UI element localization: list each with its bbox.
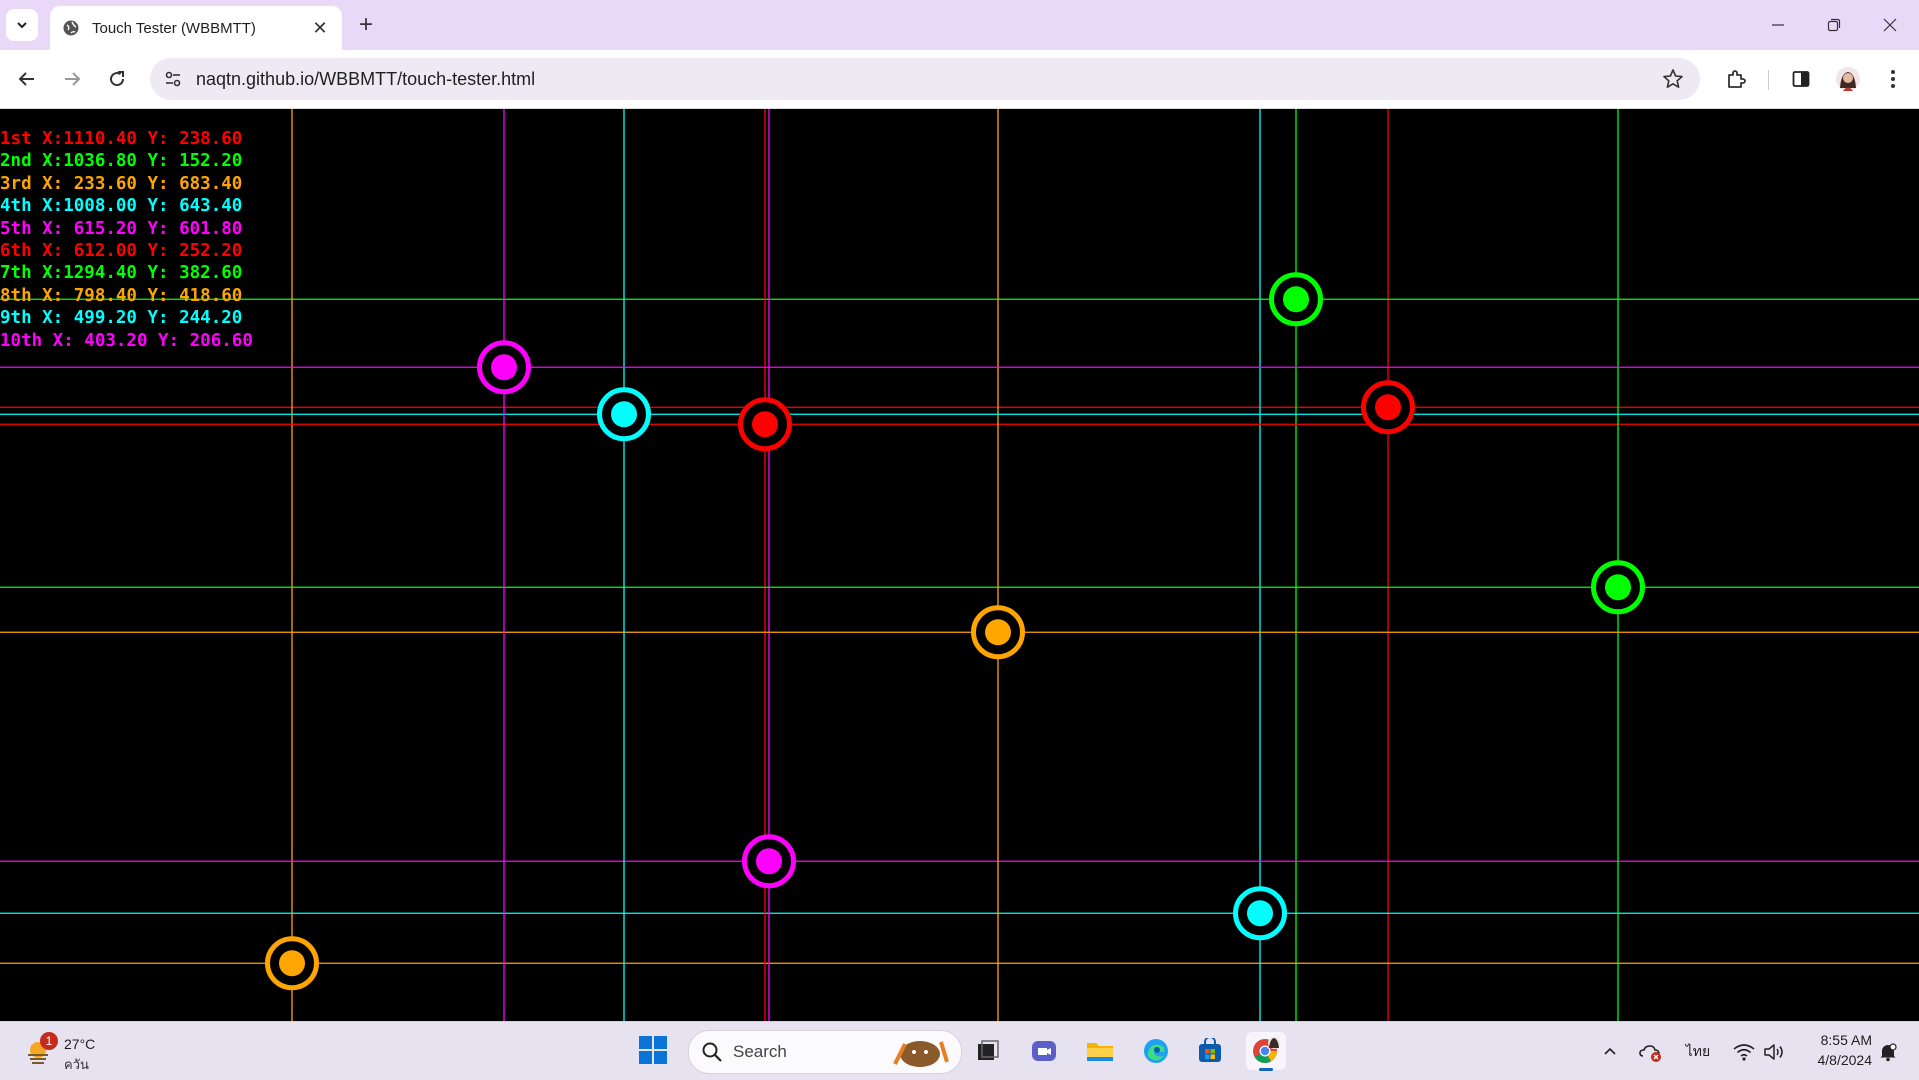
more-icon[interactable] — [1877, 63, 1909, 95]
url-text[interactable]: naqtn.github.io/WBBMTT/touch-tester.html — [196, 69, 535, 90]
touch-point-dot — [1283, 286, 1309, 313]
touch-point-dot — [279, 950, 305, 977]
touch-visualization — [0, 109, 1919, 1021]
close-icon[interactable]: ✕ — [308, 16, 332, 40]
search-placeholder: Search — [733, 1042, 787, 1061]
tab-title: Touch Tester (WBBMTT) — [92, 19, 256, 37]
windows-start-icon[interactable] — [638, 1035, 668, 1065]
notification-badge: 1 — [40, 1032, 58, 1050]
search-highlight-art — [893, 1041, 949, 1067]
file-explorer-icon[interactable] — [1080, 1032, 1120, 1070]
active-tab[interactable]: Touch Tester (WBBMTT) ✕ — [50, 6, 342, 50]
touch-coordinate-row: 4th X:1008.00 Y: 643.40 — [0, 196, 243, 217]
search-icon — [702, 1042, 722, 1062]
onedrive-error-icon[interactable] — [1636, 1038, 1666, 1066]
browser-toolbar: naqtn.github.io/WBBMTT/touch-tester.html — [0, 50, 1919, 109]
touch-point-dot — [491, 354, 517, 381]
touch-coordinate-row: 7th X:1294.40 Y: 382.60 — [0, 263, 243, 284]
touch-coordinate-list: 1st X:1110.40 Y: 238.60 2nd X:1036.80 Y: … — [0, 128, 253, 352]
chrome-taskbar-icon[interactable] — [1246, 1032, 1286, 1071]
wifi-icon[interactable] — [1730, 1038, 1758, 1066]
touch-point-dot — [985, 619, 1011, 646]
chevron-up-icon[interactable] — [1598, 1038, 1622, 1066]
window-close-icon[interactable] — [1862, 0, 1918, 50]
touch-point-dot — [1375, 394, 1401, 421]
toolbar-divider — [1768, 70, 1769, 90]
weather-temperature: 27°C — [64, 1036, 96, 1052]
back-icon[interactable] — [11, 63, 43, 95]
touch-point-dot — [611, 401, 637, 428]
touch-coordinate-row: 9th X: 499.20 Y: 244.20 — [0, 308, 243, 329]
chevron-down-icon — [17, 22, 27, 29]
touch-point-dot — [1247, 900, 1273, 927]
language-indicator[interactable]: ไทย — [1678, 1038, 1718, 1066]
touch-coordinate-row: 5th X: 615.20 Y: 601.80 — [0, 218, 243, 239]
notification-bell-icon[interactable] — [1874, 1038, 1902, 1066]
avatar[interactable] — [1832, 63, 1864, 95]
touch-coordinate-row: 3rd X: 233.60 Y: 683.40 — [0, 173, 243, 194]
edge-browser-icon[interactable] — [1136, 1032, 1176, 1070]
touch-canvas[interactable]: 1st X:1110.40 Y: 238.60 2nd X:1036.80 Y: … — [0, 109, 1919, 1021]
clock-time: 8:55 AM — [1820, 1032, 1872, 1048]
touch-coordinate-row: 1st X:1110.40 Y: 238.60 — [0, 129, 243, 149]
site-info-icon[interactable] — [158, 64, 188, 94]
clock-date: 4/8/2024 — [1817, 1052, 1873, 1068]
forward-icon[interactable] — [56, 63, 88, 95]
address-bar[interactable]: naqtn.github.io/WBBMTT/touch-tester.html — [150, 58, 1700, 100]
touch-coordinate-row: 8th X: 798.40 Y: 418.60 — [0, 285, 243, 306]
microsoft-store-icon[interactable] — [1190, 1032, 1230, 1070]
plus-icon[interactable]: + — [352, 11, 380, 39]
task-view-icon[interactable] — [968, 1032, 1008, 1070]
teams-chat-icon[interactable] — [1024, 1032, 1064, 1070]
touch-point-dot — [752, 411, 778, 438]
side-panel-icon[interactable] — [1785, 63, 1817, 95]
reload-icon[interactable] — [101, 63, 133, 95]
touch-point-dot — [756, 848, 782, 875]
extensions-icon[interactable] — [1720, 63, 1752, 95]
tab-search-button[interactable] — [6, 9, 38, 41]
touch-point-dot — [1605, 574, 1631, 601]
restore-icon[interactable] — [1806, 0, 1862, 50]
windows-taskbar: 1 27°C ควัน Search ไทย 8:55 AM 4/8/2024 — [0, 1021, 1919, 1080]
weather-widget[interactable]: 1 27°C ควัน — [24, 1032, 114, 1072]
touch-coordinate-row: 2nd X:1036.80 Y: 152.20 — [0, 151, 243, 172]
taskbar-search-box[interactable]: Search — [688, 1030, 962, 1074]
active-app-indicator — [1259, 1068, 1273, 1071]
minimize-icon[interactable] — [1750, 0, 1806, 50]
touch-coordinate-row: 10th X: 403.20 Y: 206.60 — [0, 330, 253, 351]
globe-icon — [62, 19, 80, 37]
star-icon[interactable] — [1660, 66, 1686, 92]
weather-description: ควัน — [64, 1057, 89, 1072]
volume-icon[interactable] — [1760, 1038, 1788, 1066]
tab-strip: Touch Tester (WBBMTT) ✕ + — [0, 0, 1919, 50]
system-clock[interactable]: 8:55 AM 4/8/2024 — [1798, 1030, 1873, 1070]
touch-coordinate-row: 6th X: 612.00 Y: 252.20 — [0, 241, 243, 262]
